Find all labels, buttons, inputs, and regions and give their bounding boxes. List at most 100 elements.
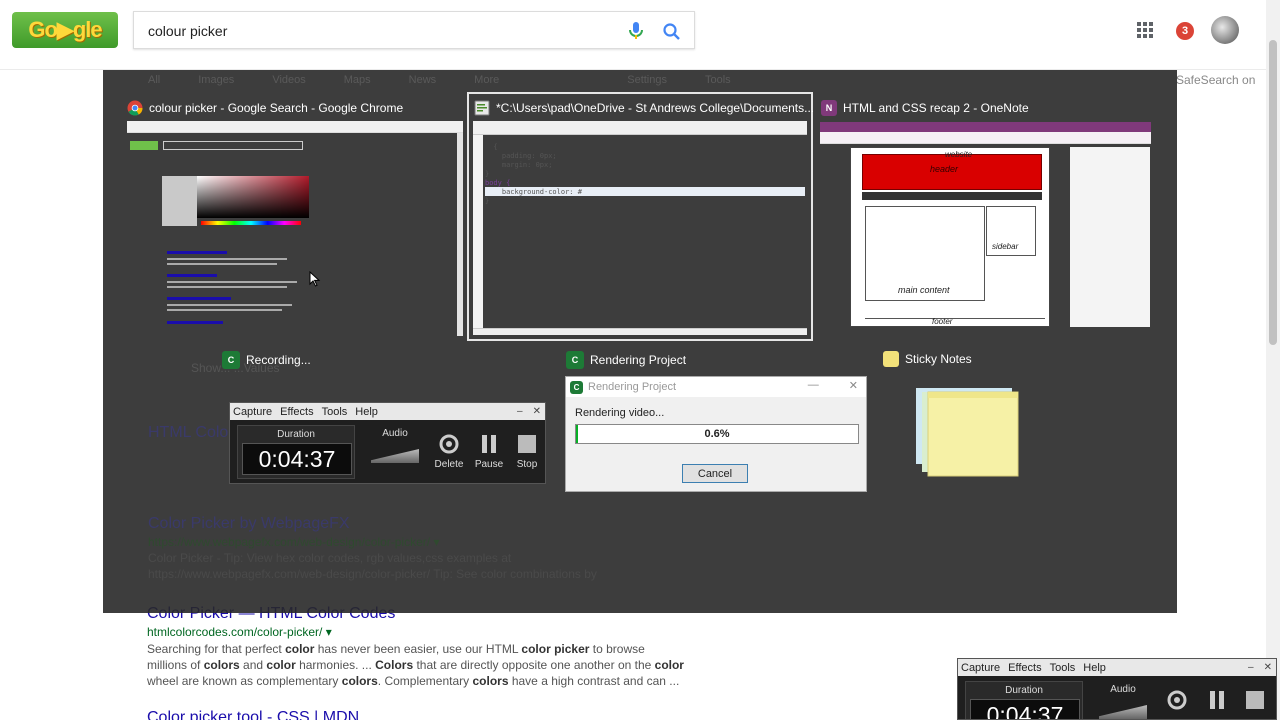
window-tile-recording[interactable]: C Recording...	[222, 351, 311, 369]
duration-box: Duration 0:04:37	[237, 425, 355, 479]
delete-button[interactable]	[1160, 689, 1194, 719]
page-scrollbar[interactable]	[1266, 0, 1280, 720]
minimize-button[interactable]: ‒	[1248, 662, 1254, 673]
dialog-titlebar: C Rendering Project — ✕	[566, 377, 866, 397]
close-button[interactable]: ✕	[849, 379, 858, 392]
editor-toolbar	[473, 121, 807, 135]
onenote-page-list	[1070, 147, 1150, 327]
scrollbar-thumb[interactable]	[1269, 40, 1277, 345]
search-tabs-faint: All Images Videos Maps News More Settings Tools	[148, 74, 731, 86]
avatar[interactable]	[1211, 16, 1239, 44]
window-title: *C:\Users\pad\OneDrive - St Andrews Coll…	[496, 101, 815, 115]
editor-thumbnail[interactable]: { padding: 0px; margin: 0px; } body { ba…	[473, 121, 807, 335]
mini-text	[167, 263, 277, 265]
notification-badge[interactable]: 3	[1176, 22, 1194, 40]
menu-help[interactable]: Help	[1083, 662, 1106, 674]
close-button[interactable]: ✕	[533, 406, 541, 417]
stop-icon	[518, 435, 536, 453]
rendering-dialog[interactable]: C Rendering Project — ✕ Rendering video..…	[565, 376, 867, 492]
recorder-menubar: Capture Effects Tools Help ‒ ✕	[230, 403, 545, 420]
audio-level-slider[interactable]	[1099, 705, 1147, 719]
window-caption: colour picker - Google Search - Google C…	[127, 96, 403, 120]
stop-label: Stop	[516, 459, 538, 470]
menu-tools[interactable]: Tools	[322, 406, 348, 418]
code-line: }	[485, 170, 490, 178]
stop-button[interactable]: Stop	[510, 433, 544, 473]
progress-text: 0.6%	[704, 428, 730, 440]
mini-search	[163, 141, 303, 150]
pause-icon	[1210, 691, 1224, 709]
search-result: Color Picker — HTML Color Codes htmlcolo…	[147, 605, 687, 689]
editor-icon	[474, 100, 490, 116]
google-logo[interactable]: Go▶gle	[12, 12, 118, 48]
code-line: body {	[485, 179, 511, 187]
editor-statusbar	[473, 328, 807, 335]
safesearch-label[interactable]: SafeSearch on	[1176, 73, 1255, 87]
logo-text: Go▶gle	[28, 17, 102, 42]
recorder-panel[interactable]: Capture Effects Tools Help ‒ ✕ Duration 0…	[229, 402, 546, 484]
window-tile-rendering[interactable]: C Rendering Project	[566, 351, 686, 369]
mini-text	[167, 309, 282, 311]
cancel-button[interactable]: Cancel	[682, 464, 748, 483]
sketch-label: footer	[932, 317, 953, 326]
duration-label: Duration	[277, 429, 315, 440]
pause-icon	[482, 435, 496, 453]
close-button[interactable]: ✕	[1264, 662, 1272, 673]
onenote-tabs	[820, 132, 1151, 144]
window-tile-sticky-notes[interactable]: Sticky Notes	[883, 351, 972, 367]
render-message: Rendering video...	[575, 407, 665, 419]
duration-display: 0:04:37	[970, 699, 1080, 719]
chrome-icon	[127, 100, 143, 116]
hue-slider	[201, 221, 301, 225]
menu-capture[interactable]: Capture	[961, 662, 1000, 674]
sticky-notes-thumbnail[interactable]	[914, 386, 1024, 480]
camtasia-icon: C	[570, 380, 583, 394]
pause-button[interactable]: Pause	[472, 433, 506, 473]
code-line: padding: 0px;	[485, 152, 557, 160]
result-title-faint: Color Picker by WebpageFX	[148, 515, 350, 532]
pause-button[interactable]	[1200, 689, 1234, 719]
onenote-icon: N	[821, 100, 837, 116]
mouse-cursor-icon	[309, 271, 321, 287]
line-gutter	[473, 135, 483, 335]
code-line: {	[485, 143, 498, 151]
stop-button[interactable]	[1238, 689, 1272, 719]
menu-effects[interactable]: Effects	[280, 406, 313, 418]
minimize-button[interactable]: —	[808, 379, 819, 392]
camtasia-icon: C	[222, 351, 240, 369]
minimize-button[interactable]: ‒	[517, 406, 523, 417]
code-line: background-color: #	[485, 188, 582, 196]
menu-effects[interactable]: Effects	[1008, 662, 1041, 674]
mini-recorder-panel[interactable]: Capture Effects Tools Help ‒ ✕ Duration 0…	[957, 658, 1277, 720]
render-progress-bar: 0.6%	[575, 424, 859, 444]
color-picker-gradient	[197, 176, 309, 218]
chrome-thumbnail[interactable]	[127, 121, 463, 336]
search-input[interactable]	[148, 21, 608, 41]
menu-help[interactable]: Help	[355, 406, 378, 418]
google-header: Go▶gle 3	[0, 0, 1280, 70]
search-icon[interactable]	[662, 22, 682, 42]
duration-display: 0:04:37	[242, 443, 352, 475]
window-title: Rendering Project	[590, 353, 687, 367]
audio-label: Audio	[382, 428, 408, 439]
onenote-thumbnail[interactable]: header website main content sidebar foot…	[820, 122, 1151, 334]
audio-box: Audio	[1091, 681, 1155, 719]
result-title[interactable]: Color picker tool - CSS | MDN	[147, 709, 359, 720]
code-line: margin: 0px;	[485, 161, 553, 169]
menu-tools[interactable]: Tools	[1050, 662, 1076, 674]
result-url[interactable]: htmlcolorcodes.com/color-picker/ ▾	[147, 625, 687, 639]
color-preview	[162, 176, 197, 226]
sketch-footer	[865, 318, 1045, 327]
search-box[interactable]	[133, 11, 695, 49]
window-title: Recording...	[246, 353, 311, 367]
delete-button[interactable]: Delete	[432, 433, 466, 473]
microphone-icon[interactable]	[627, 21, 645, 41]
menu-capture[interactable]: Capture	[233, 406, 272, 418]
delete-icon	[439, 434, 459, 454]
audio-level-slider[interactable]	[371, 449, 419, 463]
mini-link	[167, 251, 227, 254]
mini-text	[167, 258, 287, 260]
apps-grid-icon[interactable]	[1137, 22, 1153, 38]
result-snippet-faint: Color Picker - Tip: View hex color codes…	[148, 551, 597, 581]
duration-label: Duration	[1005, 685, 1043, 696]
